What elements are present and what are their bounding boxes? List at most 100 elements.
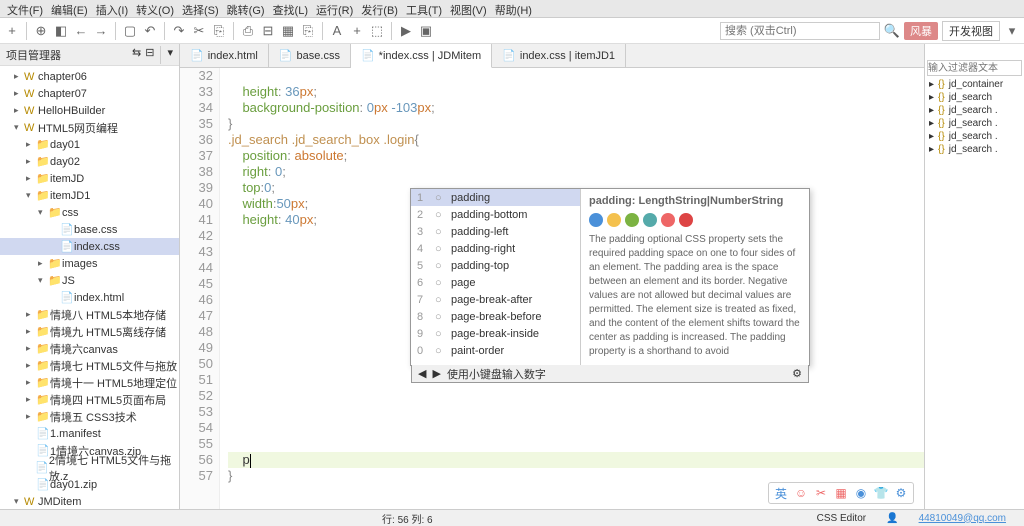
- tree-item[interactable]: ▸📁情境六canvas: [0, 340, 179, 357]
- tree-item[interactable]: ▸WHelloHBuilder: [0, 102, 179, 119]
- ac-item[interactable]: 8○page-break-before: [411, 308, 580, 325]
- tree-item[interactable]: ▸📁day02: [0, 153, 179, 170]
- menu-item[interactable]: 帮助(H): [492, 2, 535, 15]
- float-icon-0[interactable]: 英: [773, 485, 789, 501]
- toolbar-icon-5[interactable]: ▢: [122, 23, 138, 39]
- float-icon-3[interactable]: ▦: [833, 485, 849, 501]
- ac-item[interactable]: 3○padding-left: [411, 223, 580, 240]
- toolbar-icon-4[interactable]: →: [93, 23, 109, 39]
- toolbar-icon-16[interactable]: ⬚: [369, 23, 385, 39]
- outline-item[interactable]: ▸{}jd_search .: [925, 130, 1024, 143]
- tree-item[interactable]: ▾WHTML5网页编程: [0, 119, 179, 136]
- menu-item[interactable]: 视图(V): [447, 2, 490, 15]
- editor-tab[interactable]: 📄base.css: [269, 44, 351, 67]
- float-icon-6[interactable]: ⚙: [893, 485, 909, 501]
- float-icon-5[interactable]: 👕: [873, 485, 889, 501]
- collapse-icon[interactable]: ⊟: [145, 46, 154, 64]
- editor-tab[interactable]: 📄index.html: [180, 44, 269, 67]
- tree-item[interactable]: ▾📁css: [0, 204, 179, 221]
- tree-item[interactable]: ▸📁images: [0, 255, 179, 272]
- menu-item[interactable]: 选择(S): [179, 2, 222, 15]
- ie-icon: [589, 213, 603, 227]
- tree-item[interactable]: ▸📁itemJD: [0, 170, 179, 187]
- toolbar-icon-7[interactable]: ↷: [171, 23, 187, 39]
- outline-item[interactable]: ▸{}jd_container: [925, 78, 1024, 91]
- editor-tab[interactable]: 📄*index.css | JDMitem: [351, 44, 492, 68]
- toolbar-icon-3[interactable]: ←: [73, 23, 89, 39]
- toolbar-icon-13[interactable]: ⎘: [300, 23, 316, 39]
- tree-item[interactable]: ▸📁情境四 HTML5页面布局: [0, 391, 179, 408]
- ac-item[interactable]: 7○page-break-after: [411, 291, 580, 308]
- toolbar-icon-1[interactable]: ⊕: [33, 23, 49, 39]
- ac-item[interactable]: 0○paint-order: [411, 342, 580, 359]
- outline-filter[interactable]: [927, 60, 1022, 76]
- tree-item[interactable]: ▸📁情境七 HTML5文件与拖放: [0, 357, 179, 374]
- tree-item[interactable]: 📄1.manifest: [0, 425, 179, 442]
- outline-item[interactable]: ▸{}jd_search: [925, 91, 1024, 104]
- toolbar-icon-9[interactable]: ⎘: [211, 23, 227, 39]
- tree-item[interactable]: ▾📁itemJD1: [0, 187, 179, 204]
- menu-item[interactable]: 文件(F): [4, 2, 46, 15]
- ac-item[interactable]: 2○padding-bottom: [411, 206, 580, 223]
- toolbar-icon-0[interactable]: +: [4, 23, 20, 39]
- float-toolbar: 英☺✂▦◉👕⚙: [768, 482, 914, 504]
- outline-item[interactable]: ▸{}jd_search .: [925, 143, 1024, 156]
- ac-item[interactable]: 9○page-break-inside: [411, 325, 580, 342]
- tree-item[interactable]: 📄index.html: [0, 289, 179, 306]
- doc-description: The padding optional CSS property sets t…: [589, 233, 801, 359]
- tree-item[interactable]: ▾📁JS: [0, 272, 179, 289]
- toolbar-btn-1[interactable]: 风暴: [904, 22, 938, 40]
- menu-item[interactable]: 查找(L): [270, 2, 311, 15]
- editor-tab[interactable]: 📄index.css | itemJD1: [492, 44, 626, 67]
- user-email[interactable]: 44810049@qq.com: [909, 513, 1016, 524]
- prev-icon[interactable]: ◀: [418, 367, 426, 380]
- toolbar-icon-2[interactable]: ◧: [53, 23, 69, 39]
- tree-item[interactable]: ▸📁day01: [0, 136, 179, 153]
- menu-item[interactable]: 转义(O): [133, 2, 177, 15]
- link-icon[interactable]: ⇆: [132, 46, 141, 64]
- tree-item[interactable]: ▸📁情境五 CSS3技术: [0, 408, 179, 425]
- menu-item[interactable]: 运行(R): [313, 2, 356, 15]
- toolbar-icon-17[interactable]: ▶: [398, 23, 414, 39]
- tree-item[interactable]: 📄2情境七 HTML5文件与拖放.z: [0, 459, 179, 476]
- float-icon-1[interactable]: ☺: [793, 485, 809, 501]
- toolbar-btn-2[interactable]: 开发视图: [942, 21, 1000, 41]
- search-container: 🔍 风暴 开发视图 ▾: [720, 21, 1020, 41]
- toolbar-icon-12[interactable]: ▦: [280, 23, 296, 39]
- gear-icon[interactable]: ⚙: [792, 367, 802, 380]
- outline-item[interactable]: ▸{}jd_search .: [925, 104, 1024, 117]
- tree-item[interactable]: ▸📁情境十一 HTML5地理定位: [0, 374, 179, 391]
- tree-item[interactable]: ▸📁情境八 HTML5本地存储: [0, 306, 179, 323]
- menu-item[interactable]: 工具(T): [403, 2, 445, 15]
- float-icon-2[interactable]: ✂: [813, 485, 829, 501]
- menu-item[interactable]: 发行(B): [358, 2, 401, 15]
- autocomplete-list[interactable]: 1○padding2○padding-bottom3○padding-left4…: [411, 189, 581, 365]
- tree-item[interactable]: 📄base.css: [0, 221, 179, 238]
- tree-item[interactable]: ▸📁情境九 HTML5离线存储: [0, 323, 179, 340]
- toolbar-icon-15[interactable]: +: [349, 23, 365, 39]
- float-icon-4[interactable]: ◉: [853, 485, 869, 501]
- menu-item[interactable]: 插入(I): [93, 2, 131, 15]
- search-icon[interactable]: 🔍: [884, 23, 900, 39]
- menu-item[interactable]: 跳转(G): [224, 2, 268, 15]
- menu-item[interactable]: 编辑(E): [48, 2, 91, 15]
- ac-item[interactable]: 1○padding: [411, 189, 580, 206]
- tree-item[interactable]: ▸Wchapter07: [0, 85, 179, 102]
- toolbar-icon-6[interactable]: ↶: [142, 23, 158, 39]
- dropdown-icon[interactable]: ▾: [1004, 23, 1020, 39]
- toolbar-icon-11[interactable]: ⊟: [260, 23, 276, 39]
- toolbar-icon-14[interactable]: A: [329, 23, 345, 39]
- ac-item[interactable]: 5○padding-top: [411, 257, 580, 274]
- search-input[interactable]: [720, 22, 880, 40]
- tree-item[interactable]: ▸Wchapter06: [0, 68, 179, 85]
- toolbar-icon-10[interactable]: ⎙: [240, 23, 256, 39]
- outline-item[interactable]: ▸{}jd_search .: [925, 117, 1024, 130]
- menu-icon[interactable]: ▾: [167, 46, 173, 64]
- toolbar-icon-8[interactable]: ✂: [191, 23, 207, 39]
- next-icon[interactable]: ▶: [432, 367, 440, 380]
- ac-item[interactable]: 6○page: [411, 274, 580, 291]
- toolbar-icon-18[interactable]: ▣: [418, 23, 434, 39]
- tree-item[interactable]: ▾WJMDitem: [0, 493, 179, 509]
- ac-item[interactable]: 4○padding-right: [411, 240, 580, 257]
- tree-item[interactable]: 📄index.css: [0, 238, 179, 255]
